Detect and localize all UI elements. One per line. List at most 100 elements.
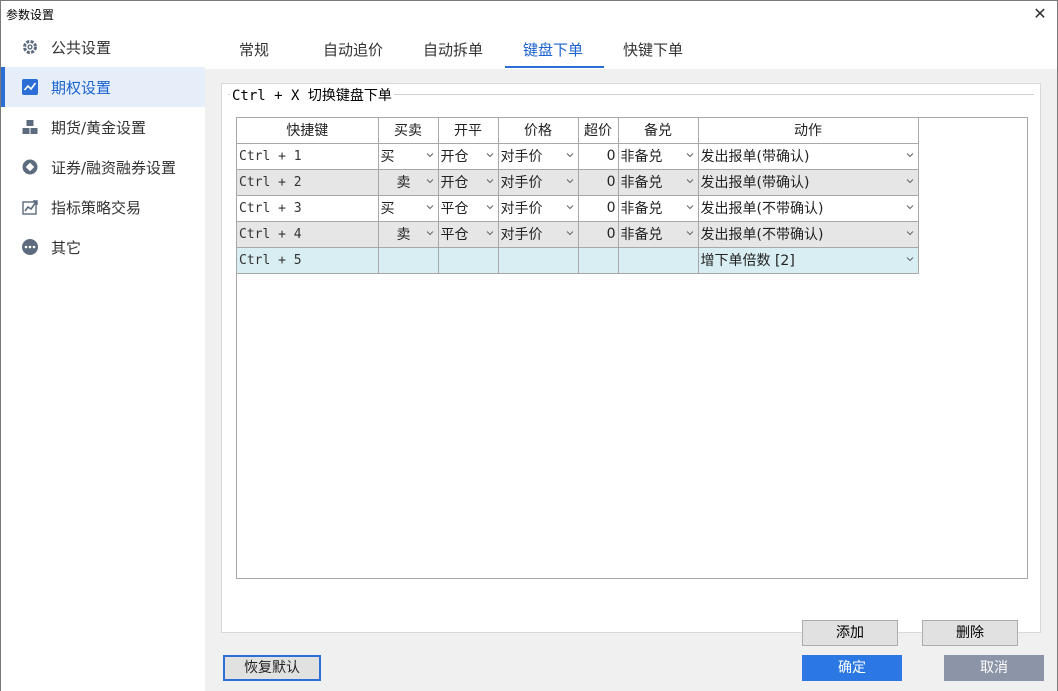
gold-bars-icon (22, 120, 38, 134)
over-price-input[interactable]: 0 (578, 169, 619, 196)
chevron-down-icon[interactable] (426, 203, 434, 211)
covered-select[interactable]: 非备兑 (618, 195, 699, 222)
chevron-down-icon[interactable] (566, 151, 574, 159)
chevron-down-icon[interactable] (426, 151, 434, 159)
openclose-select[interactable]: 平仓 (438, 221, 499, 248)
price-select[interactable]: 对手价 (498, 221, 579, 248)
chevron-down-icon[interactable] (486, 203, 494, 211)
action-select[interactable]: 发出报单(不带确认) (698, 195, 919, 222)
action-select[interactable]: 发出报单(带确认) (698, 143, 919, 170)
cell-key: Ctrl + 5 (237, 247, 379, 274)
tab-auto-chase[interactable]: 自动追价 (323, 39, 383, 60)
column-header-action: 动作 (698, 118, 919, 144)
restore-defaults-button[interactable]: 恢复默认 (223, 655, 321, 681)
cell-value: 发出报单(不带确认) (700, 201, 824, 217)
chevron-down-icon[interactable] (426, 177, 434, 185)
tab-hotkey-order[interactable]: 快键下单 (623, 39, 683, 60)
sidebar: 公共设置 期权设置 期货/黄金设置 证券/融资融券设置 指标策略交易 其它 (1, 27, 205, 691)
ok-button[interactable]: 确定 (802, 655, 902, 681)
chevron-down-icon[interactable] (906, 177, 914, 185)
table-row-selected[interactable]: Ctrl + 5 增下单倍数 [2] (237, 247, 919, 274)
chevron-down-icon[interactable] (686, 229, 694, 237)
openclose-cell[interactable] (438, 247, 499, 274)
openclose-select[interactable]: 开仓 (438, 143, 499, 170)
column-header-covered: 备兑 (618, 118, 699, 144)
table-row[interactable]: Ctrl + 2 卖 开仓 对手价 0 非备兑 发出报单(带确认) (237, 169, 919, 196)
sidebar-item-securities[interactable]: 证券/融资融券设置 (1, 147, 205, 187)
over-price-input[interactable]: 0 (578, 221, 619, 248)
active-tab-indicator (505, 66, 604, 68)
price-cell[interactable] (498, 247, 579, 274)
column-header-side: 买卖 (378, 118, 439, 144)
chevron-down-icon[interactable] (486, 177, 494, 185)
price-select[interactable]: 对手价 (498, 195, 579, 222)
tab-auto-split[interactable]: 自动拆单 (423, 39, 483, 60)
sidebar-item-common[interactable]: 公共设置 (1, 27, 205, 67)
side-select[interactable]: 卖 (378, 169, 439, 196)
sidebar-item-other[interactable]: 其它 (1, 227, 205, 267)
action-select[interactable]: 增下单倍数 [2] (698, 247, 919, 274)
close-icon[interactable]: ✕ (1029, 3, 1051, 25)
covered-select[interactable]: 非备兑 (618, 169, 699, 196)
sidebar-item-futures-gold[interactable]: 期货/黄金设置 (1, 107, 205, 147)
cell-value: 对手价 (500, 201, 543, 217)
table-row[interactable]: Ctrl + 3 买 平仓 对手价 0 非备兑 发出报单(不带确认) (237, 195, 919, 222)
chevron-down-icon[interactable] (906, 255, 914, 263)
cell-value: 卖 (396, 227, 411, 243)
chevron-down-icon[interactable] (906, 151, 914, 159)
sidebar-item-label: 指标策略交易 (51, 199, 142, 217)
table-header-row: 快捷键 买卖 开平 价格 超价 备兑 动作 (237, 118, 919, 144)
chevron-down-icon[interactable] (686, 151, 694, 159)
chevron-down-icon[interactable] (686, 177, 694, 185)
over-price-input[interactable] (578, 247, 619, 274)
chevron-down-icon[interactable] (486, 151, 494, 159)
hotkey-table: 快捷键 买卖 开平 价格 超价 备兑 动作 Ctrl + 1 买 开仓 对手价 … (236, 117, 1028, 579)
over-price-input[interactable]: 0 (578, 195, 619, 222)
over-price-input[interactable]: 0 (578, 143, 619, 170)
chevron-down-icon[interactable] (906, 203, 914, 211)
hotkey-table-body: 快捷键 买卖 开平 价格 超价 备兑 动作 Ctrl + 1 买 开仓 对手价 … (237, 118, 919, 274)
sidebar-item-strategy[interactable]: 指标策略交易 (1, 187, 205, 227)
chevron-down-icon[interactable] (566, 229, 574, 237)
table-row[interactable]: Ctrl + 1 买 开仓 对手价 0 非备兑 发出报单(带确认) (237, 143, 919, 170)
cell-value: 买 (380, 149, 395, 165)
side-select[interactable]: 买 (378, 143, 439, 170)
chevron-down-icon[interactable] (566, 177, 574, 185)
openclose-select[interactable]: 开仓 (438, 169, 499, 196)
tab-keyboard-order[interactable]: 键盘下单 (523, 39, 583, 60)
column-header-openclose: 开平 (438, 118, 499, 144)
cell-value: 非备兑 (620, 175, 663, 191)
covered-select[interactable]: 非备兑 (618, 221, 699, 248)
openclose-select[interactable]: 平仓 (438, 195, 499, 222)
price-select[interactable]: 对手价 (498, 143, 579, 170)
covered-select[interactable]: 非备兑 (618, 143, 699, 170)
title-bar: 参数设置 ✕ (1, 1, 1057, 27)
side-cell[interactable] (378, 247, 439, 274)
chevron-down-icon[interactable] (486, 229, 494, 237)
cell-value: 平仓 (440, 201, 469, 217)
chevron-down-icon[interactable] (686, 203, 694, 211)
chevron-down-icon[interactable] (426, 229, 434, 237)
strategy-chart-icon (22, 200, 38, 215)
side-select[interactable]: 买 (378, 195, 439, 222)
side-select[interactable]: 卖 (378, 221, 439, 248)
cell-key: Ctrl + 1 (237, 143, 379, 170)
covered-cell[interactable] (618, 247, 699, 274)
cell-value: 发出报单(带确认) (700, 149, 810, 165)
cancel-button[interactable]: 取消 (944, 655, 1044, 681)
price-select[interactable]: 对手价 (498, 169, 579, 196)
column-header-over: 超价 (578, 118, 619, 144)
action-select[interactable]: 发出报单(不带确认) (698, 221, 919, 248)
tab-general[interactable]: 常规 (239, 39, 269, 60)
settings-window: 参数设置 ✕ 公共设置 期权设置 期货/黄金设置 证券/融资融券设置 指标策略交… (0, 0, 1058, 691)
chevron-down-icon[interactable] (566, 203, 574, 211)
table-row[interactable]: Ctrl + 4 卖 平仓 对手价 0 非备兑 发出报单(不带确认) (237, 221, 919, 248)
cell-key: Ctrl + 4 (237, 221, 379, 248)
chevron-down-icon[interactable] (906, 229, 914, 237)
cell-value: 增下单倍数 [2] (700, 253, 795, 269)
add-button[interactable]: 添加 (802, 620, 898, 646)
sidebar-item-options[interactable]: 期权设置 (1, 67, 205, 107)
cell-value: 对手价 (500, 227, 543, 243)
delete-button[interactable]: 删除 (922, 620, 1018, 646)
action-select[interactable]: 发出报单(带确认) (698, 169, 919, 196)
